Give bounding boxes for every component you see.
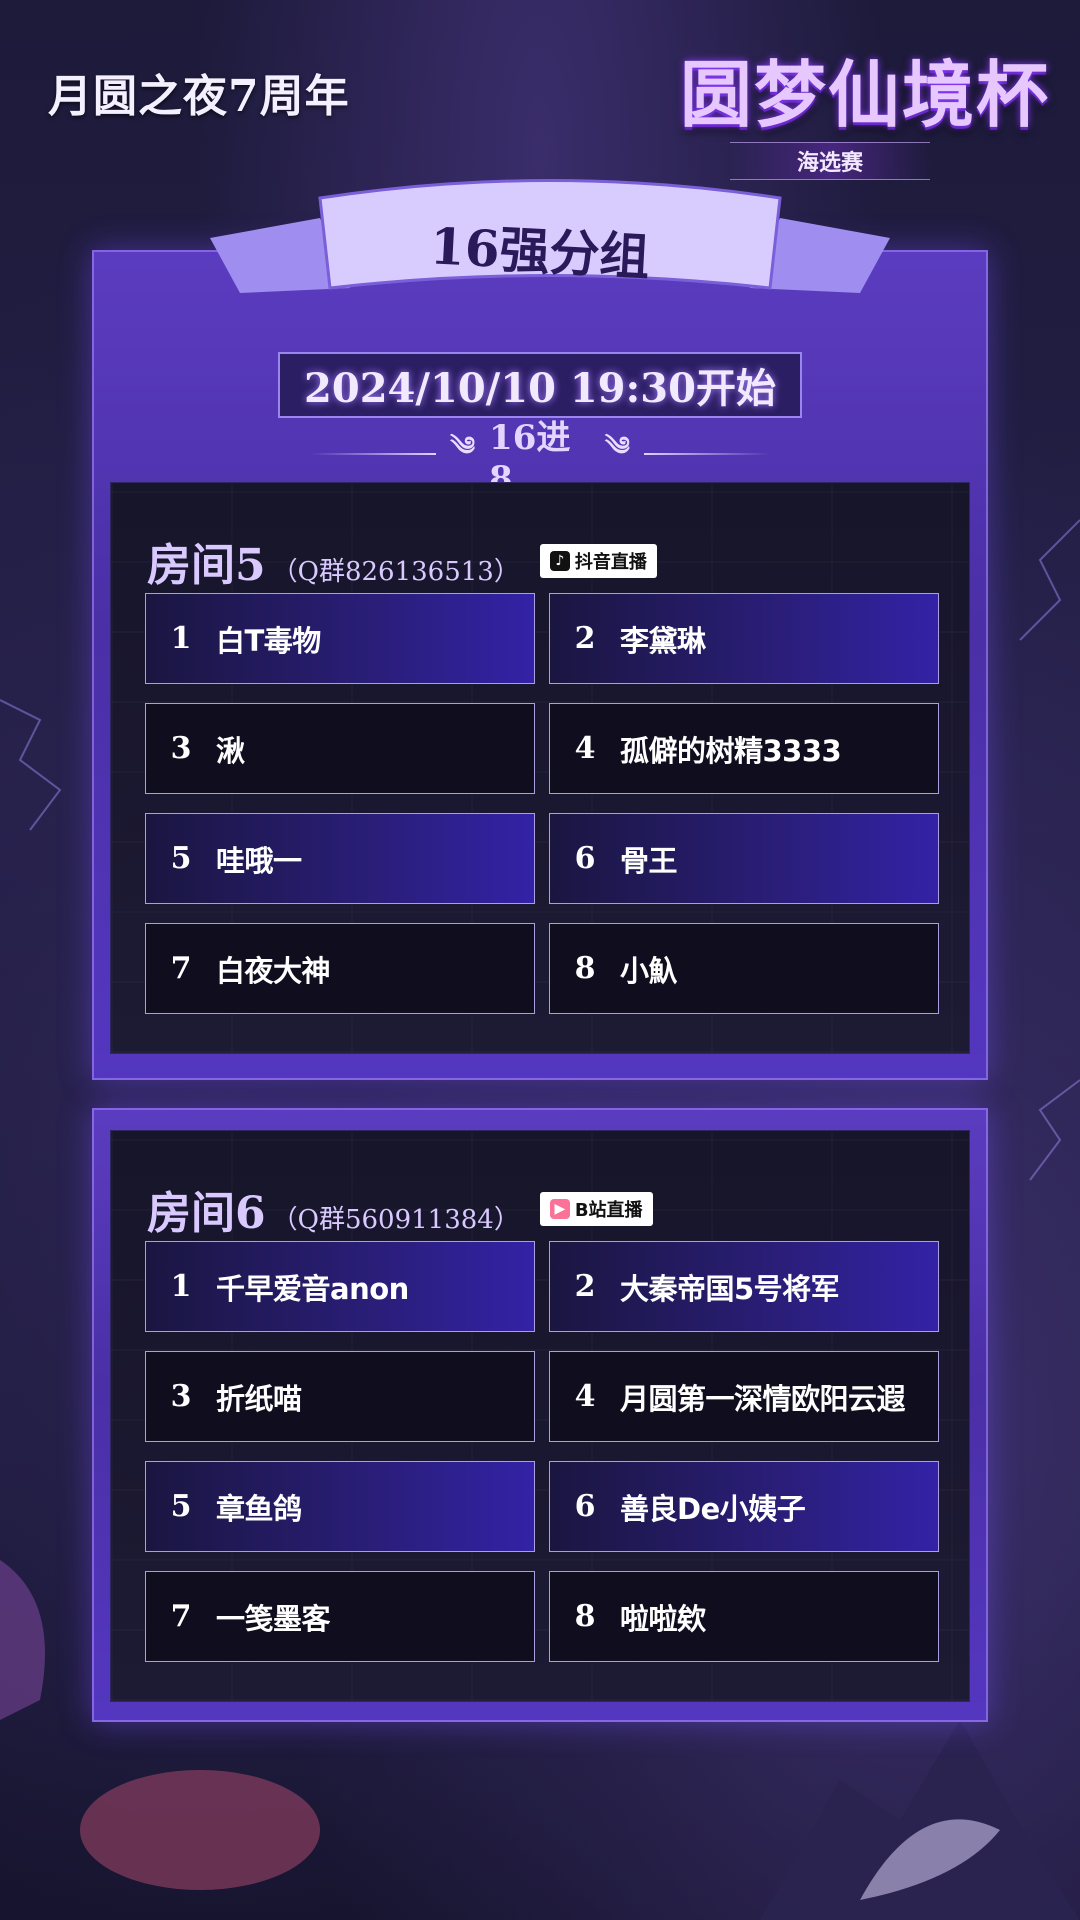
seed-number: 2	[574, 621, 596, 656]
seed-number: 1	[170, 621, 192, 656]
player-name: 善良De小姨子	[620, 1491, 806, 1526]
player-slot: 5 章鱼鸽	[145, 1461, 535, 1552]
seed-number: 5	[170, 1489, 192, 1524]
seed-number: 8	[574, 951, 596, 986]
room-header: 房间5 （Q群826136513） ♪ 抖音直播	[147, 529, 657, 593]
seed-number: 4	[574, 731, 596, 766]
seed-number: 4	[574, 1379, 596, 1414]
player-name: 李黛琳	[620, 623, 706, 658]
seed-number: 1	[170, 1269, 192, 1304]
live-platform: 抖音直播	[574, 552, 647, 573]
player-name: 千早爱音anon	[216, 1271, 409, 1306]
player-slot: 1 千早爱音anon	[145, 1241, 535, 1332]
player-grid: 1 白T毒物 2 李黛琳 3湫 4 孤僻的树精3333 5 哇哦一 6 骨王 7 白夜大神 …	[145, 593, 939, 1014]
seed-number: 6	[574, 1489, 596, 1524]
player-name: 折纸喵	[216, 1381, 302, 1416]
player-name: 白夜大神	[216, 953, 331, 988]
seed-number: 3	[170, 1379, 192, 1414]
live-badge[interactable]: ♪ 抖音直播	[539, 544, 657, 578]
room-card: 房间6 （Q群560911384） ▶ B站直播 1 千早爱音anon 2 大秦帝国…	[110, 1130, 970, 1702]
player-slot: 7 一笺墨客	[145, 1571, 535, 1662]
player-grid: 1 千早爱音anon 2 大秦帝国5号将军 3 折纸喵 4 月圆第一深情欧阳云遐 5 章鱼…	[145, 1241, 939, 1662]
player-slot: 7 白夜大神	[145, 923, 535, 1014]
seed-number: 8	[574, 1599, 596, 1634]
player-slot: 8 啦啦欸	[549, 1571, 939, 1662]
douyin-icon: ♪	[549, 551, 570, 571]
seed-number: 5	[170, 841, 192, 876]
player-name: 章鱼鸽	[216, 1491, 302, 1526]
room-qq-group: （Q群560911384）	[271, 1205, 520, 1235]
player-slot: 3湫	[145, 703, 535, 794]
player-slot: 5 哇哦一	[145, 813, 535, 904]
room-qq-group: （Q群826136513）	[271, 557, 520, 587]
seed-number: 7	[170, 951, 192, 986]
player-name: 孤僻的树精3333	[620, 733, 842, 768]
room-name: 房间6	[147, 1188, 266, 1239]
swirl-icon: ༄	[604, 431, 630, 462]
player-name: 一笺墨客	[216, 1601, 331, 1636]
player-slot: 1 白T毒物	[145, 593, 535, 684]
bilibili-icon: ▶	[549, 1199, 570, 1219]
divider-right	[643, 453, 771, 455]
seed-number: 2	[574, 1269, 596, 1304]
player-name: 小魞	[620, 953, 678, 988]
player-name: 骨王	[620, 843, 678, 878]
player-slot: 6 善良De小姨子	[549, 1461, 939, 1552]
player-slot: 4 月圆第一深情欧阳云遐	[549, 1351, 939, 1442]
live-platform: B站直播	[574, 1200, 643, 1221]
seed-number: 7	[170, 1599, 192, 1634]
player-slot: 2 李黛琳	[549, 593, 939, 684]
room-name: 房间5	[147, 540, 266, 591]
player-name: 哇哦一	[216, 843, 302, 878]
swirl-icon: ༄	[450, 431, 476, 462]
seed-number: 6	[574, 841, 596, 876]
player-slot: 8 小魞	[549, 923, 939, 1014]
stage-label-row: ༄ 16进8 ༄	[310, 418, 771, 499]
room-card: 房间5 （Q群826136513） ♪ 抖音直播 1 白T毒物 2 李黛琳 3湫 4…	[110, 482, 970, 1054]
cup-title: 圆梦仙境杯	[679, 52, 1050, 137]
live-badge[interactable]: ▶ B站直播	[539, 1192, 653, 1226]
start-time: 2024/10/10 19:30开始	[278, 352, 802, 418]
divider-left	[310, 453, 437, 455]
player-name: 啦啦欸	[620, 1601, 706, 1636]
player-name: 大秦帝国5号将军	[620, 1271, 840, 1306]
player-slot: 2 大秦帝国5号将军	[549, 1241, 939, 1332]
player-name: 白T毒物	[216, 623, 321, 658]
player-name: 月圆第一深情欧阳云遐	[620, 1381, 906, 1416]
player-slot: 3 折纸喵	[145, 1351, 535, 1442]
room-header: 房间6 （Q群560911384） ▶ B站直播	[147, 1177, 653, 1241]
player-name: 湫	[216, 733, 245, 768]
seed-number: 3	[170, 731, 192, 766]
player-slot: 4 孤僻的树精3333	[549, 703, 939, 794]
player-slot: 6 骨王	[549, 813, 939, 904]
event-logo: 月圆之夜7周年	[48, 71, 350, 122]
